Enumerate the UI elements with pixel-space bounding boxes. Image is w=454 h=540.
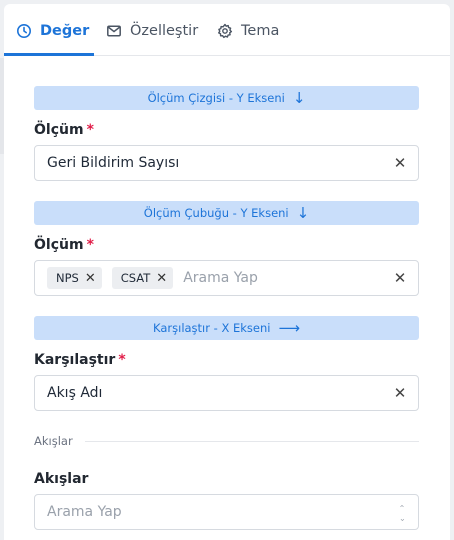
- arrow-right-icon: ⟶: [278, 318, 300, 337]
- divider-line: [84, 440, 419, 442]
- clear-icon[interactable]: ✕: [392, 154, 408, 172]
- tab-tema-label: Tema: [241, 23, 280, 39]
- remove-tag-icon[interactable]: ✕: [156, 271, 167, 286]
- clear-icon[interactable]: ✕: [392, 269, 408, 287]
- label-text: Ölçüm: [34, 122, 84, 138]
- tag-label: NPS: [56, 271, 79, 285]
- required-marker: *: [118, 352, 126, 368]
- arrow-down-icon: ↓: [292, 88, 306, 107]
- tag-nps: NPS ✕: [47, 267, 102, 289]
- required-marker: *: [86, 237, 94, 253]
- required-marker: *: [86, 122, 94, 138]
- line-measure-label: Ölçüm *: [34, 122, 94, 138]
- tab-ozellestir-label: Özelleştir: [130, 23, 199, 39]
- search-placeholder: Arama Yap: [47, 504, 122, 520]
- label-text: Akışlar: [34, 471, 89, 487]
- tab-tema[interactable]: Tema: [217, 21, 279, 41]
- arrow-down-icon: ↓: [296, 203, 310, 222]
- settings-panel: Değer Özelleştir Tema Ölçüm Çizgisi - Y …: [4, 4, 450, 540]
- section-title: Ölçüm Çizgisi - Y Ekseni: [147, 91, 285, 105]
- selected-value: Geri Bildirim Sayısı: [47, 155, 180, 171]
- tag-label: CSAT: [120, 271, 151, 285]
- chevron-up-down-icon[interactable]: ⌃ ⌃: [396, 505, 408, 523]
- flows-label: Akışlar: [34, 471, 88, 487]
- flows-select[interactable]: Arama Yap ⌃ ⌃: [34, 494, 419, 530]
- section-banner-bar-y: Ölçüm Çubuğu - Y Ekseni ↓: [34, 201, 419, 225]
- compare-label: Karşılaştır *: [34, 352, 126, 368]
- gear-icon: [218, 23, 233, 39]
- tab-bar: Değer Özelleştir Tema: [4, 4, 450, 56]
- mail-icon: [107, 25, 121, 37]
- bar-measure-label: Ölçüm *: [34, 237, 94, 253]
- section-title: Karşılaştır - X Ekseni: [153, 321, 271, 335]
- line-measure-select[interactable]: Geri Bildirim Sayısı ✕: [34, 145, 419, 181]
- remove-tag-icon[interactable]: ✕: [85, 271, 96, 286]
- gauge-icon: [17, 24, 31, 38]
- flows-divider: Akışlar: [34, 432, 419, 450]
- label-text: Karşılaştır: [34, 352, 116, 368]
- selected-value: Akış Adı: [47, 385, 103, 401]
- active-tab-indicator: [4, 53, 94, 56]
- bar-measure-multiselect[interactable]: NPS ✕ CSAT ✕ Arama Yap ✕: [34, 260, 419, 296]
- section-banner-line-y: Ölçüm Çizgisi - Y Ekseni ↓: [34, 86, 419, 110]
- compare-select[interactable]: Akış Adı ✕: [34, 375, 419, 411]
- section-title: Ölçüm Çubuğu - Y Ekseni: [143, 206, 289, 220]
- label-text: Ölçüm: [34, 237, 84, 253]
- search-placeholder[interactable]: Arama Yap: [183, 270, 258, 286]
- clear-icon[interactable]: ✕: [392, 384, 408, 402]
- tag-csat: CSAT ✕: [111, 267, 174, 289]
- side-strip: [0, 58, 4, 154]
- tab-deger[interactable]: Değer: [16, 21, 89, 41]
- tab-deger-label: Değer: [40, 23, 90, 39]
- divider-text: Akışlar: [34, 434, 73, 448]
- section-banner-compare-x: Karşılaştır - X Ekseni ⟶: [34, 316, 419, 340]
- tab-ozellestir[interactable]: Özelleştir: [106, 21, 198, 41]
